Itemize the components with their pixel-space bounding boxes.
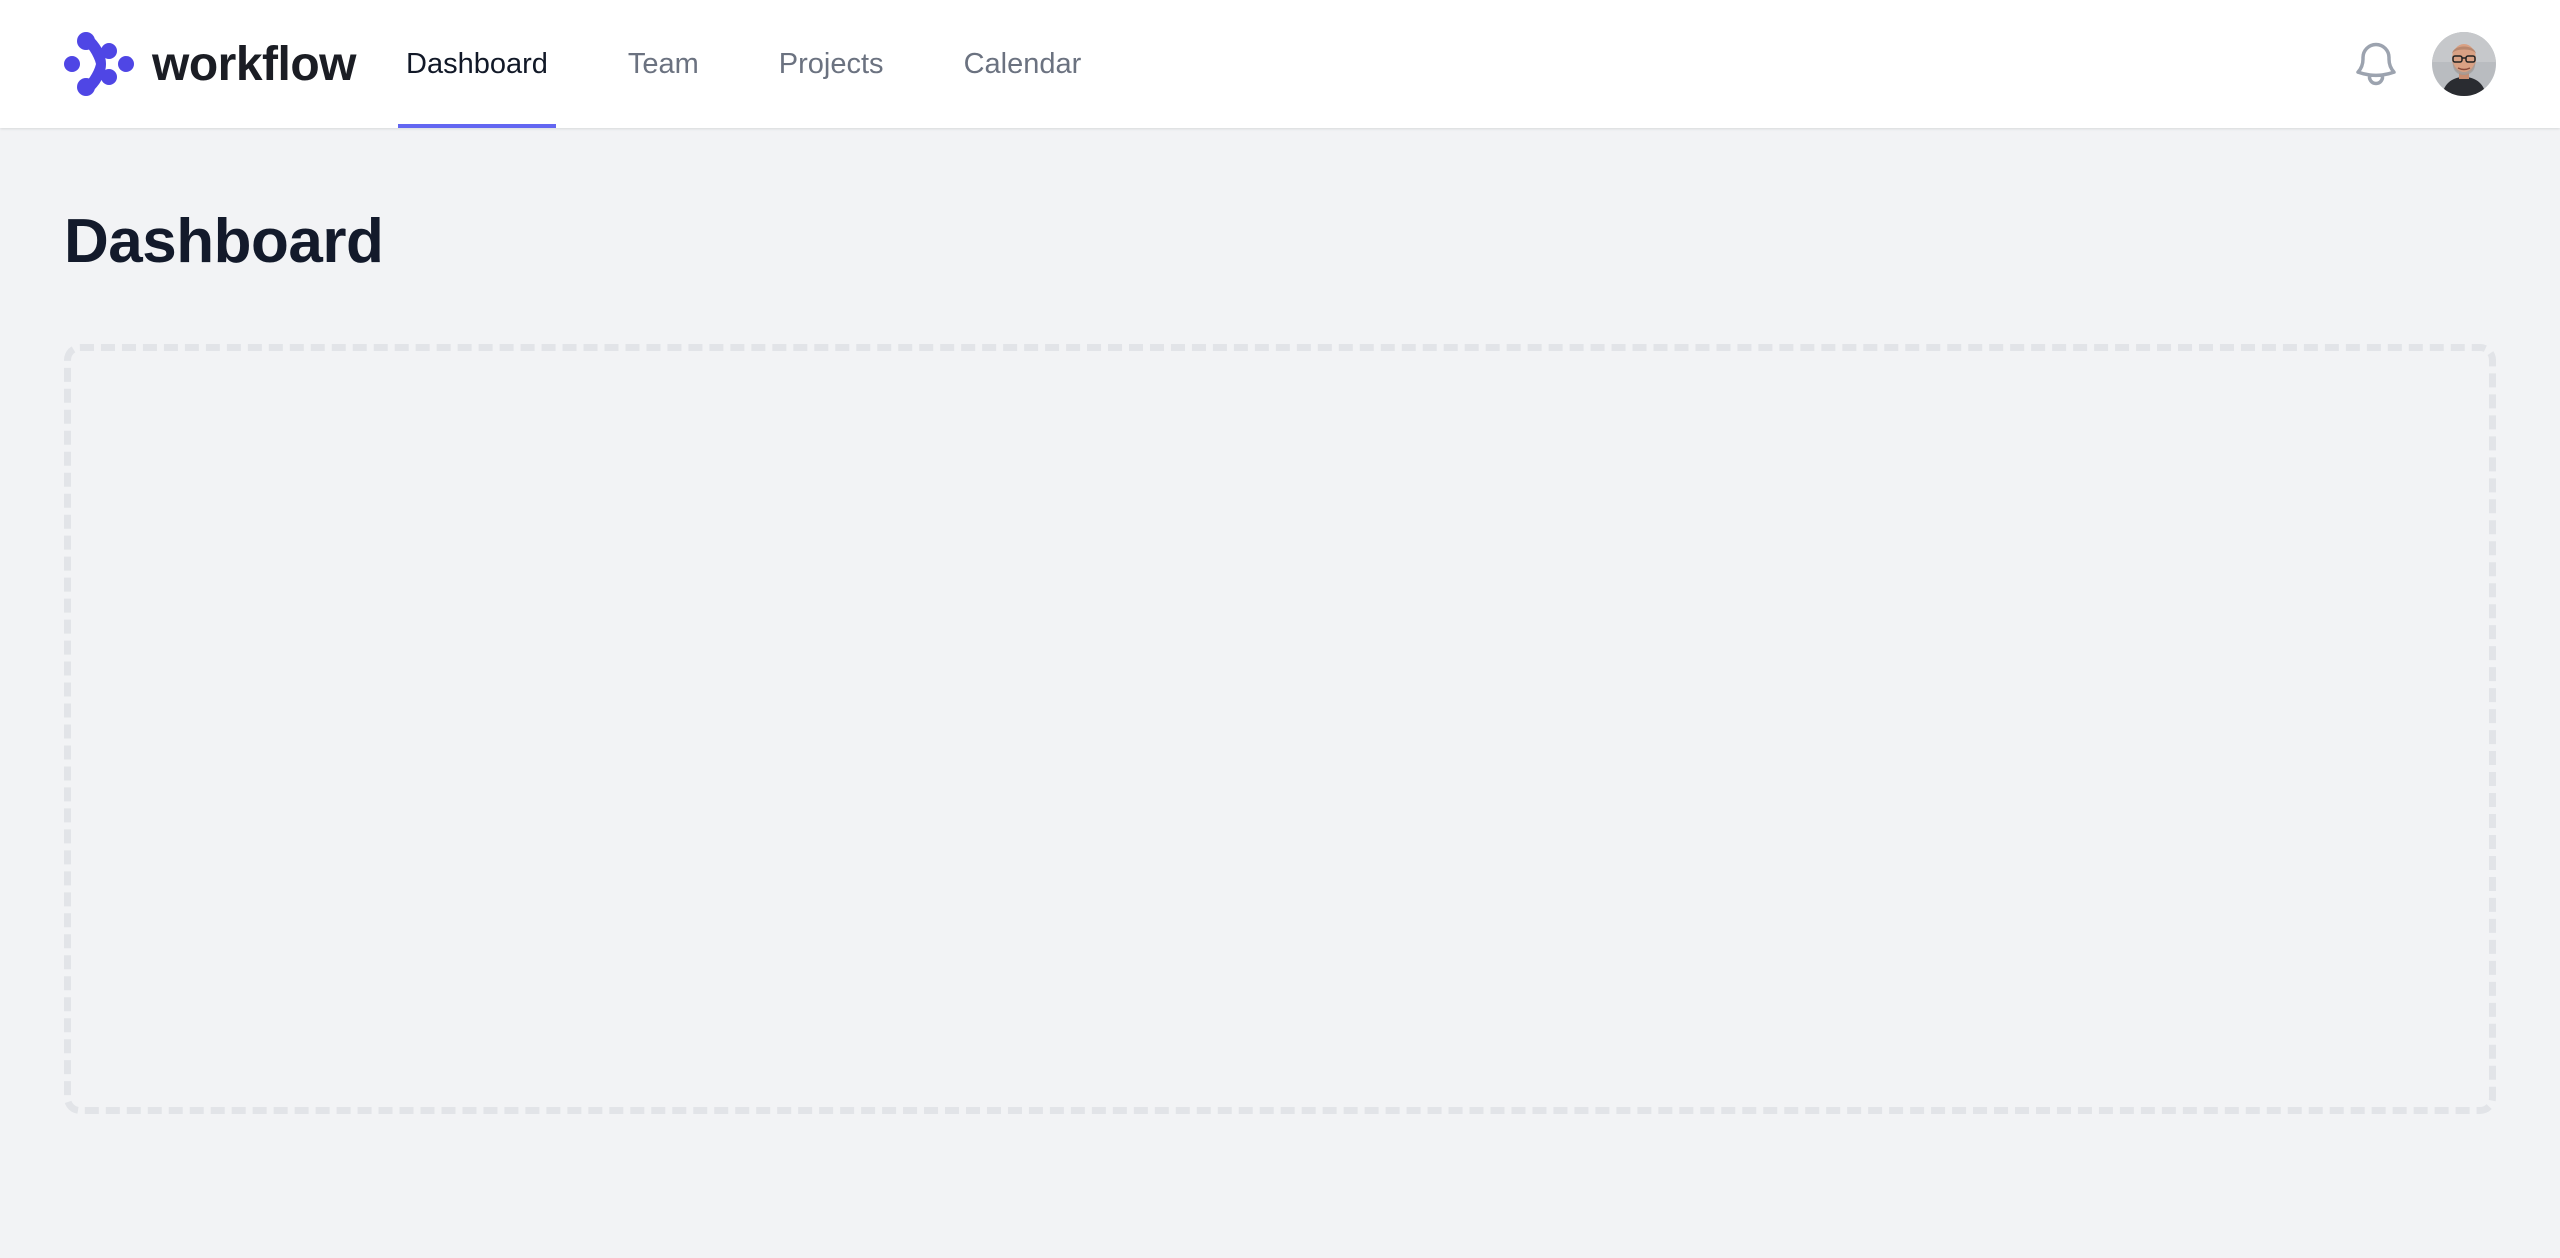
tab-projects[interactable]: Projects	[771, 0, 892, 128]
main-nav: Dashboard Team Projects Calendar	[398, 0, 1153, 128]
tab-team[interactable]: Team	[620, 0, 707, 128]
page-title: Dashboard	[64, 207, 384, 276]
brand-name: workflow	[152, 37, 357, 91]
tab-calendar[interactable]: Calendar	[956, 0, 1090, 128]
user-avatar[interactable]	[2432, 32, 2496, 96]
brand[interactable]: workflow	[64, 30, 357, 98]
notifications-button[interactable]	[2350, 38, 2402, 90]
workflow-logo-icon	[64, 32, 134, 96]
top-navbar: workflow Dashboard Team Projects Calenda…	[0, 0, 2560, 128]
avatar-photo	[2432, 32, 2496, 96]
dashboard-content-placeholder	[64, 344, 2496, 1114]
bell-icon	[2356, 42, 2396, 86]
tab-dashboard[interactable]: Dashboard	[398, 0, 556, 128]
